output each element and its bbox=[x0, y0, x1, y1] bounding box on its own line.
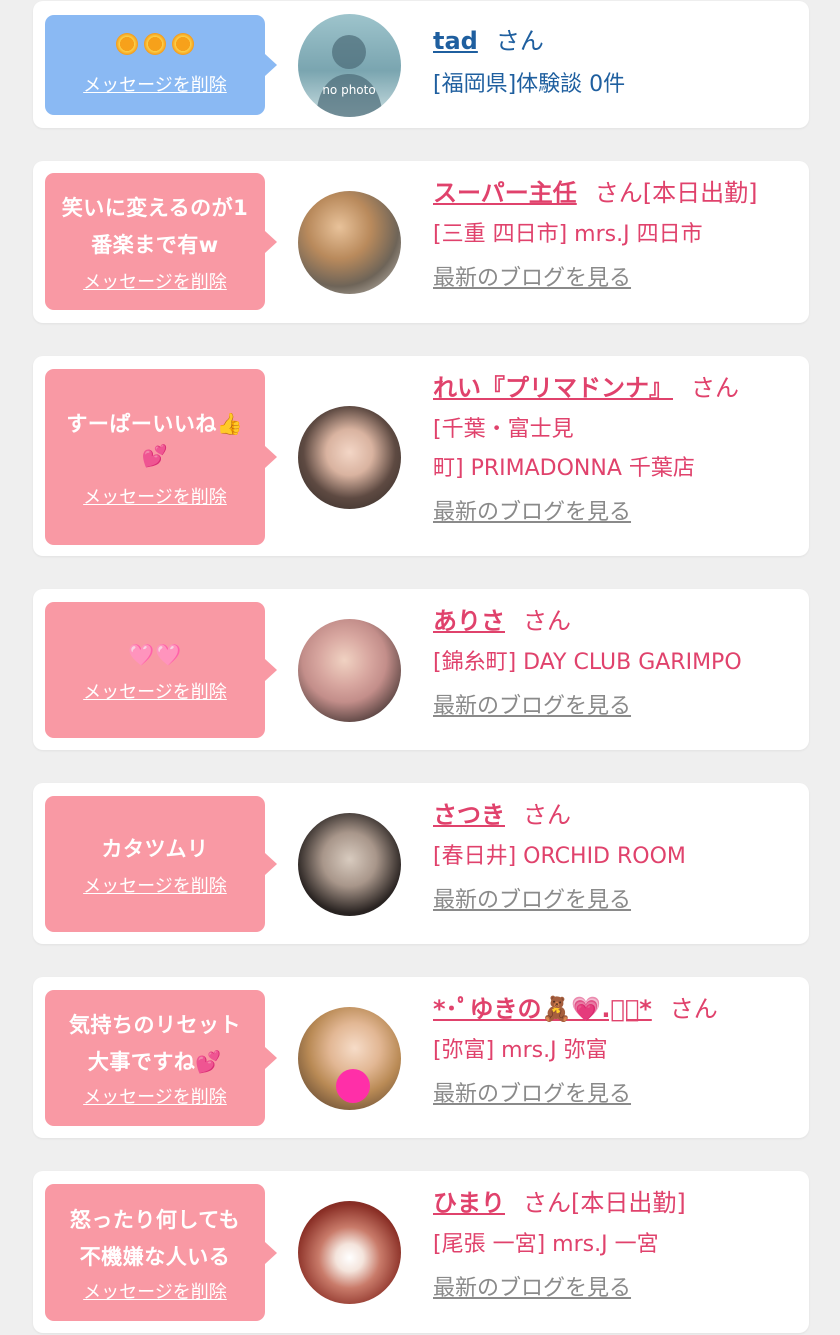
latest-blog-link[interactable]: 最新のブログを見る bbox=[433, 1270, 631, 1302]
attendance-status: [本日出勤] bbox=[571, 1189, 686, 1217]
list-item: 気持ちのリセット 大事ですね💕 メッセージを削除 *･ﾟゆきの🧸💗.ﾟ･* さん … bbox=[33, 977, 809, 1138]
message-text: カタツムリ bbox=[101, 836, 209, 861]
user-name-link[interactable]: さつき bbox=[433, 801, 505, 829]
latest-blog-link[interactable]: 最新のブログを見る bbox=[433, 688, 631, 720]
shop-line: 町] PRIMADONNA 千葉店 bbox=[433, 456, 695, 481]
delete-message-link[interactable]: メッセージを削除 bbox=[83, 71, 227, 97]
delete-message-link[interactable]: メッセージを削除 bbox=[83, 268, 227, 294]
list-item: 笑いに変えるのが1 番楽まで有w メッセージを削除 スーパー主任 さん[本日出勤]… bbox=[33, 161, 809, 323]
user-name-link[interactable]: スーパー主任 bbox=[433, 179, 577, 207]
message-text: すーぱーいいね👍 💕 bbox=[66, 411, 244, 468]
item-info: スーパー主任 さん[本日出勤] [三重 四日市] mrs.J 四日市 最新のブログ… bbox=[433, 175, 789, 292]
name-line: ひまり さん[本日出勤] bbox=[433, 1185, 789, 1221]
delete-message-link[interactable]: メッセージを削除 bbox=[83, 1083, 227, 1109]
avatar[interactable]: no photo bbox=[298, 14, 401, 117]
message-bubble: 🩷🩷 メッセージを削除 bbox=[45, 602, 277, 738]
name-line: さつき さん bbox=[433, 797, 789, 833]
avatar[interactable] bbox=[298, 619, 401, 722]
message-bubble: 笑いに変えるのが1 番楽まで有w メッセージを削除 bbox=[45, 173, 277, 310]
item-info: さつき さん [春日井] ORCHID ROOM 最新のブログを見る bbox=[433, 797, 789, 914]
item-info: れい『プリマドンナ』 さん [千葉・富士見 町] PRIMADONNA 千葉店 最… bbox=[433, 370, 789, 526]
name-line: れい『プリマドンナ』 さん bbox=[433, 370, 789, 406]
shop-info: [春日井] ORCHID ROOM bbox=[433, 837, 789, 876]
shop-info: [錦糸町] DAY CLUB GARIMPO bbox=[433, 643, 789, 682]
latest-blog-link[interactable]: 最新のブログを見る bbox=[433, 260, 631, 292]
shop-line: [福岡県]体験談 0件 bbox=[433, 72, 626, 97]
honorific: さん bbox=[594, 179, 643, 207]
heart-sticker-icon bbox=[336, 1069, 370, 1103]
delete-message-link[interactable]: メッセージを削除 bbox=[83, 872, 227, 898]
delete-message-link[interactable]: メッセージを削除 bbox=[83, 483, 227, 509]
name-line: ありさ さん bbox=[433, 603, 789, 639]
user-name-link[interactable]: ありさ bbox=[433, 607, 505, 635]
honorific: さん bbox=[523, 607, 571, 635]
message-text bbox=[113, 33, 197, 63]
honorific: さん bbox=[691, 374, 739, 402]
latest-blog-link[interactable]: 最新のブログを見る bbox=[433, 882, 631, 914]
item-info: ありさ さん [錦糸町] DAY CLUB GARIMPO 最新のブログを見る bbox=[433, 603, 789, 720]
shop-info: [弥富] mrs.J 弥富 bbox=[433, 1031, 789, 1070]
shop-line: [春日井] ORCHID ROOM bbox=[433, 844, 686, 869]
latest-blog-link[interactable]: 最新のブログを見る bbox=[433, 494, 631, 526]
honorific: さん bbox=[669, 995, 718, 1023]
list-item: カタツムリ メッセージを削除 さつき さん [春日井] ORCHID ROOM 最… bbox=[33, 783, 809, 944]
attendance-status: [本日出勤] bbox=[642, 179, 758, 207]
honorific: さん bbox=[523, 1189, 571, 1217]
item-info: *･ﾟゆきの🧸💗.ﾟ･* さん [弥富] mrs.J 弥富 最新のブログを見る bbox=[433, 991, 789, 1108]
name-line: tad さん bbox=[433, 23, 789, 59]
item-info: tad さん [福岡県]体験談 0件 bbox=[433, 23, 789, 104]
shop-info: [尾張 一宮] mrs.J 一宮 bbox=[433, 1225, 789, 1264]
shop-info: [福岡県]体験談 0件 bbox=[433, 65, 789, 104]
list-item: 怒ったり何しても 不機嫌な人いる メッセージを削除 ひまり さん[本日出勤] [尾… bbox=[33, 1171, 809, 1333]
honorific: さん bbox=[523, 801, 571, 829]
avatar[interactable] bbox=[298, 1201, 401, 1304]
latest-blog-link[interactable]: 最新のブログを見る bbox=[433, 1076, 631, 1108]
list-item: メッセージを削除 no photo tad さん [福岡県]体験談 0件 bbox=[33, 1, 809, 128]
message-text: 気持ちのリセット 大事ですね💕 bbox=[69, 1013, 241, 1074]
sun-icon bbox=[116, 33, 138, 55]
message-bubble: メッセージを削除 bbox=[45, 15, 277, 115]
avatar[interactable] bbox=[298, 813, 401, 916]
message-bubble: カタツムリ メッセージを削除 bbox=[45, 796, 277, 932]
name-line: スーパー主任 さん[本日出勤] bbox=[433, 175, 789, 211]
message-text: 🩷🩷 bbox=[128, 642, 182, 667]
sun-icon bbox=[172, 33, 194, 55]
list-item: すーぱーいいね👍 💕 メッセージを削除 れい『プリマドンナ』 さん [千葉・富士見… bbox=[33, 356, 809, 556]
item-info: ひまり さん[本日出勤] [尾張 一宮] mrs.J 一宮 最新のブログを見る bbox=[433, 1185, 789, 1302]
delete-message-link[interactable]: メッセージを削除 bbox=[83, 678, 227, 704]
shop-info: [三重 四日市] mrs.J 四日市 bbox=[433, 215, 789, 254]
shop-line: [三重 四日市] mrs.J 四日市 bbox=[433, 222, 703, 247]
shop-line: [弥富] mrs.J 弥富 bbox=[433, 1038, 608, 1063]
no-photo-silhouette-icon: no photo bbox=[316, 35, 383, 117]
list-item: 🩷🩷 メッセージを削除 ありさ さん [錦糸町] DAY CLUB GARIMPO… bbox=[33, 589, 809, 750]
user-name-link[interactable]: tad bbox=[433, 27, 478, 55]
delete-message-link[interactable]: メッセージを削除 bbox=[83, 1278, 227, 1304]
user-name-link[interactable]: *･ﾟゆきの🧸💗.ﾟ･* bbox=[433, 995, 652, 1023]
avatar[interactable] bbox=[298, 406, 401, 509]
shop-line: [錦糸町] DAY CLUB GARIMPO bbox=[433, 650, 742, 675]
shop-line: [尾張 一宮] mrs.J 一宮 bbox=[433, 1232, 659, 1257]
user-name-link[interactable]: ひまり bbox=[433, 1189, 505, 1217]
message-text: 笑いに変えるのが1 番楽まで有w bbox=[61, 195, 249, 257]
avatar[interactable] bbox=[298, 191, 401, 294]
svg-text:no photo: no photo bbox=[322, 83, 375, 97]
shop-info: [千葉・富士見 町] PRIMADONNA 千葉店 bbox=[433, 410, 789, 488]
message-bubble: すーぱーいいね👍 💕 メッセージを削除 bbox=[45, 369, 277, 545]
sun-icon bbox=[144, 33, 166, 55]
name-line: *･ﾟゆきの🧸💗.ﾟ･* さん bbox=[433, 991, 789, 1027]
message-bubble: 気持ちのリセット 大事ですね💕 メッセージを削除 bbox=[45, 990, 277, 1126]
shop-line: [千葉・富士見 bbox=[433, 417, 574, 442]
user-name-link[interactable]: れい『プリマドンナ』 bbox=[433, 374, 673, 402]
message-text: 怒ったり何しても 不機嫌な人いる bbox=[69, 1207, 241, 1269]
message-bubble: 怒ったり何しても 不機嫌な人いる メッセージを削除 bbox=[45, 1184, 277, 1321]
honorific: さん bbox=[495, 27, 544, 55]
avatar[interactable] bbox=[298, 1007, 401, 1110]
